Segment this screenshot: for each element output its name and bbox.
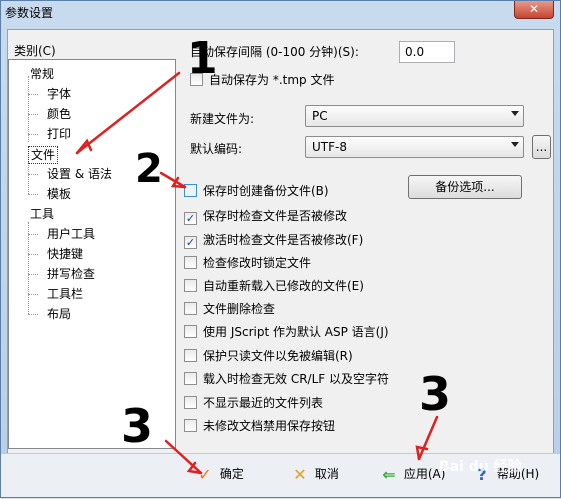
arrow-to-file-item [75, 71, 181, 155]
arrow-to-ok-button [164, 439, 203, 475]
annotation-arrows [75, 71, 439, 475]
watermark: Bai du 经验 [439, 459, 522, 475]
arrow-to-apply-button [417, 415, 439, 461]
preferences-dialog: 参数设置 ✕ 类别(C) 常规 字体 颜色 打印 文件 设置 & 语法 模板 工… [0, 0, 561, 498]
